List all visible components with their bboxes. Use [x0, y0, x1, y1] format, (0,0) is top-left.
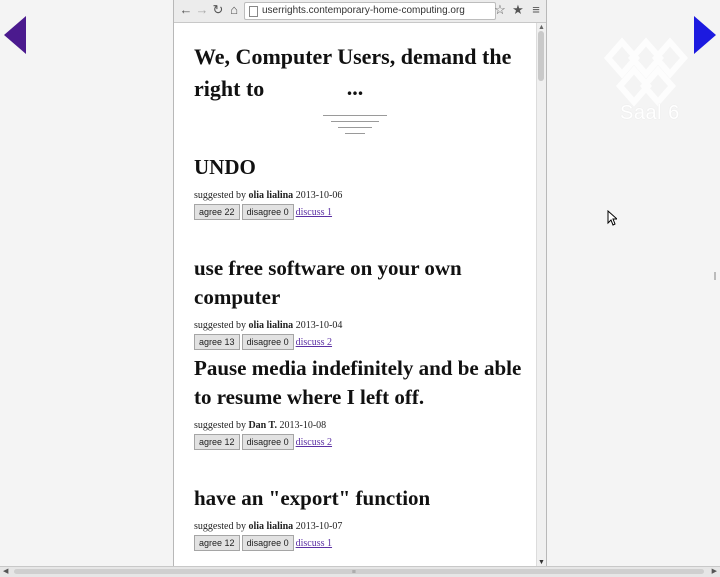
vote-buttons: agree 22 disagree 0 discuss 1	[194, 204, 529, 220]
agree-count: 13	[224, 337, 235, 347]
agree-label: agree	[199, 207, 223, 217]
url-text: userrights.contemporary-home-computing.o…	[262, 5, 465, 16]
discuss-label: discuss	[295, 337, 325, 348]
right-title: Pause media indefinitely and be able to …	[194, 356, 522, 409]
scroll-up-icon[interactable]: ▲	[538, 23, 545, 31]
home-icon[interactable]: ⌂	[226, 2, 242, 18]
divider-line	[345, 133, 365, 134]
menu-icon[interactable]: ≡	[528, 2, 544, 18]
disagree-label: disagree	[246, 538, 282, 548]
disagree-button[interactable]: disagree 0	[241, 434, 294, 450]
browser-window: ← → ↻ ⌂ userrights.contemporary-home-com…	[173, 0, 547, 566]
previous-slide-arrow-icon[interactable]	[4, 16, 26, 54]
discuss-count: 2	[327, 437, 333, 448]
discuss-count: 1	[327, 538, 333, 549]
scroll-right-icon[interactable]: ▶	[712, 567, 717, 575]
disagree-label: disagree	[246, 337, 282, 347]
discuss-label: discuss	[295, 437, 325, 448]
disagree-button[interactable]: disagree 0	[241, 204, 294, 220]
reload-icon[interactable]: ↻	[210, 2, 226, 18]
suggestion-date: 2013-10-07	[295, 521, 343, 532]
disagree-count: 0	[283, 337, 289, 347]
discuss-link[interactable]: discuss 1	[296, 538, 332, 549]
author-name[interactable]: olia lialina	[248, 521, 293, 532]
extension-icon[interactable]: ★	[510, 2, 526, 18]
discuss-count: 2	[327, 337, 333, 348]
suggestion-meta: suggested by olia lialina 2013-10-04	[194, 320, 529, 331]
right-item: use free software on your own computer s…	[194, 254, 529, 350]
discuss-link[interactable]: discuss 1	[296, 207, 332, 218]
disagree-label: disagree	[246, 437, 282, 447]
scroll-down-icon[interactable]: ▼	[538, 558, 545, 566]
right-item: UNDO suggested by olia lialina 2013-10-0…	[194, 153, 529, 220]
author-name[interactable]: olia lialina	[248, 190, 293, 201]
author-name[interactable]: Dan T.	[248, 420, 277, 431]
vote-buttons: agree 12 disagree 0 discuss 1	[194, 535, 529, 551]
suggested-by-label: suggested by	[194, 521, 246, 532]
disagree-button[interactable]: disagree 0	[241, 535, 294, 551]
grip-icon: ≡	[352, 568, 356, 576]
window-edge-marker	[714, 272, 716, 280]
address-bar[interactable]: userrights.contemporary-home-computing.o…	[244, 2, 496, 20]
divider-line	[338, 127, 372, 128]
agree-label: agree	[199, 538, 223, 548]
divider-line	[331, 121, 379, 122]
next-slide-arrow-icon[interactable]	[694, 16, 716, 54]
agree-button[interactable]: agree 12	[194, 535, 240, 551]
agree-label: agree	[199, 437, 223, 447]
suggestion-meta: suggested by Dan T. 2013-10-08	[194, 420, 529, 431]
author-name[interactable]: olia lialina	[248, 320, 293, 331]
suggestion-date: 2013-10-08	[279, 420, 327, 431]
suggestion-meta: suggested by olia lialina 2013-10-06	[194, 190, 529, 201]
discuss-label: discuss	[295, 538, 325, 549]
scroll-left-icon[interactable]: ◀	[3, 567, 8, 575]
right-item: Pause media indefinitely and be able to …	[194, 354, 529, 450]
agree-button[interactable]: agree 13	[194, 334, 240, 350]
page-content: We, Computer Users, demand the right to …	[174, 23, 536, 566]
disagree-count: 0	[283, 538, 289, 548]
suggested-by-label: suggested by	[194, 420, 246, 431]
scrollbar-thumb[interactable]	[538, 31, 544, 81]
scrollbar-thumb[interactable]	[14, 569, 704, 574]
bookmark-star-icon[interactable]: ☆	[492, 2, 508, 18]
agree-button[interactable]: agree 12	[194, 434, 240, 450]
agree-count: 22	[224, 207, 235, 217]
right-title: have an "export" function	[194, 486, 431, 510]
vote-buttons: agree 13 disagree 0 discuss 2	[194, 334, 529, 350]
right-item: have an "export" function suggested by o…	[194, 484, 529, 551]
disagree-button[interactable]: disagree 0	[241, 334, 294, 350]
divider-line	[323, 115, 387, 116]
discuss-label: discuss	[295, 207, 325, 218]
back-arrow-icon[interactable]: ←	[178, 2, 194, 18]
disagree-label: disagree	[246, 207, 282, 217]
agree-label: agree	[199, 337, 223, 347]
discuss-count: 1	[327, 207, 333, 218]
suggested-by-label: suggested by	[194, 320, 246, 331]
vertical-scrollbar[interactable]: ▲ ▼	[536, 23, 546, 566]
right-title: UNDO	[194, 155, 256, 179]
title-ellipsis: ...	[346, 75, 364, 100]
vote-buttons: agree 12 disagree 0 discuss 2	[194, 434, 529, 450]
suggestion-date: 2013-10-04	[295, 320, 343, 331]
room-label: Saal 6	[620, 102, 680, 124]
suggestion-date: 2013-10-06	[295, 190, 343, 201]
right-title: use free software on your own computer	[194, 256, 462, 309]
disagree-count: 0	[283, 437, 289, 447]
discuss-link[interactable]: discuss 2	[296, 337, 332, 348]
page-icon	[249, 6, 258, 17]
discuss-link[interactable]: discuss 2	[296, 437, 332, 448]
agree-count: 12	[224, 538, 235, 548]
agree-count: 12	[224, 437, 235, 447]
mouse-cursor-icon	[607, 210, 617, 226]
forward-arrow-icon[interactable]: →	[194, 2, 210, 18]
suggested-by-label: suggested by	[194, 190, 246, 201]
disagree-count: 0	[283, 207, 289, 217]
horizontal-scrollbar[interactable]: ◀ ≡ ▶	[0, 566, 720, 577]
agree-button[interactable]: agree 22	[194, 204, 240, 220]
suggestion-meta: suggested by olia lialina 2013-10-07	[194, 521, 529, 532]
browser-toolbar: ← → ↻ ⌂ userrights.contemporary-home-com…	[174, 0, 546, 23]
